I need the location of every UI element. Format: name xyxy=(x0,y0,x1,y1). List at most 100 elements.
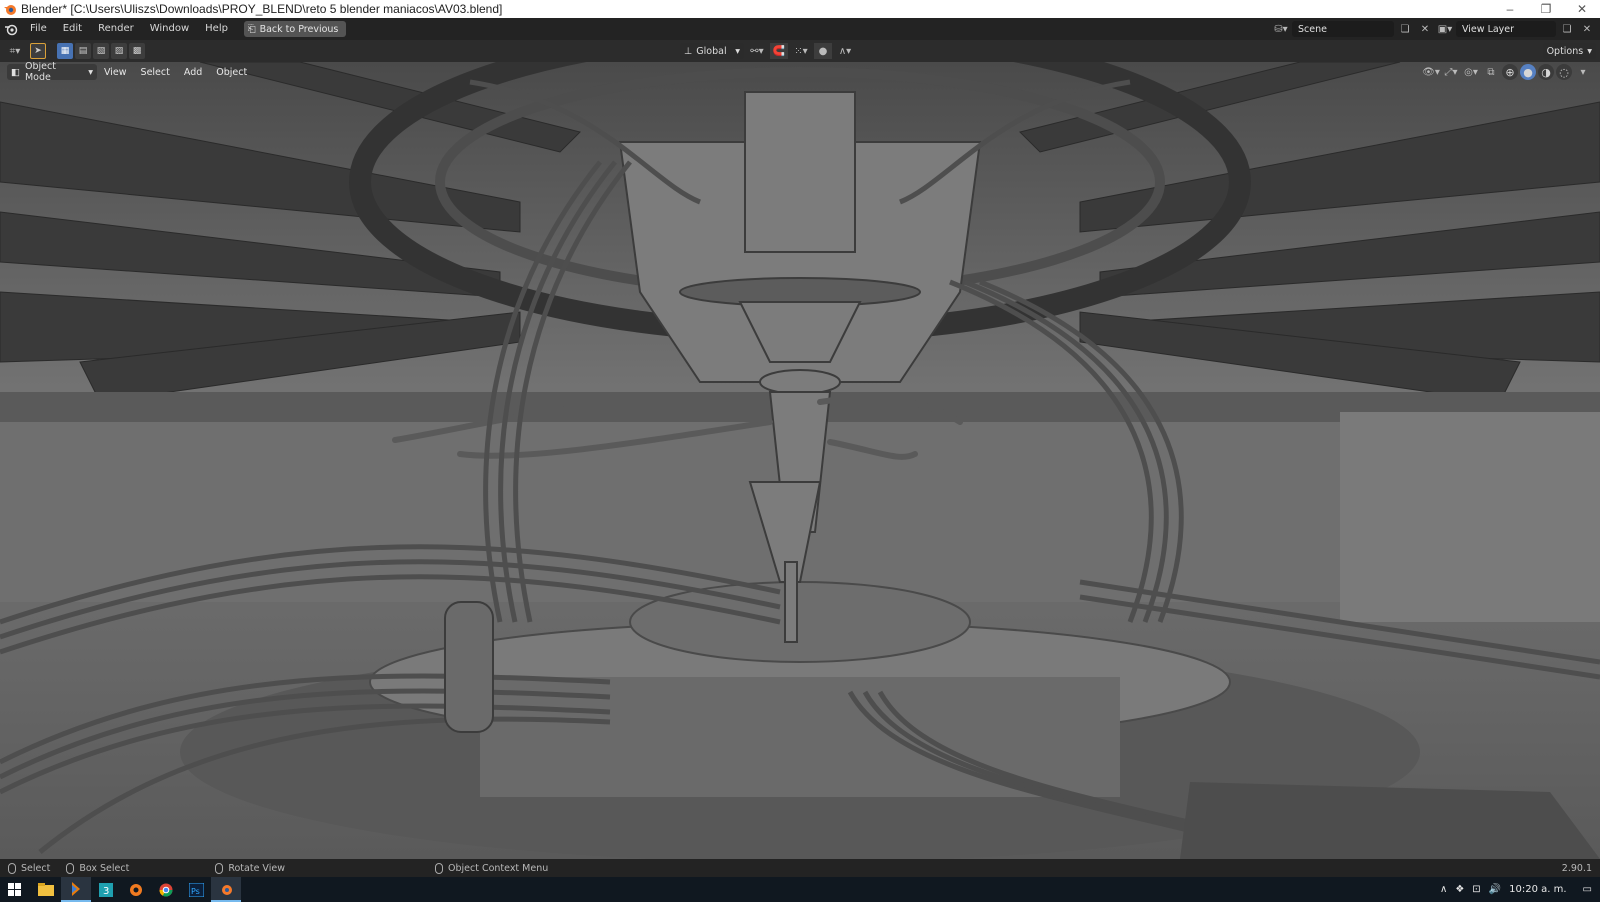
menu-render[interactable]: Render xyxy=(90,18,142,40)
settings-icon[interactable] xyxy=(121,877,151,902)
mouse-middle-icon xyxy=(215,862,224,874)
orientation-value: Global xyxy=(696,45,727,57)
menu-window[interactable]: Window xyxy=(142,18,197,40)
overlays-icon[interactable]: ◎▾ xyxy=(1462,64,1480,80)
back-arrow-icon: ⎗ xyxy=(247,23,256,35)
menu-file[interactable]: File xyxy=(22,18,55,40)
select-mode-intersect-icon[interactable]: ▩ xyxy=(129,43,145,59)
rendered-shading-icon[interactable]: ◌ xyxy=(1556,64,1572,80)
snap-toggle-icon[interactable]: 🧲 xyxy=(770,43,788,59)
viewport-menu-view[interactable]: View xyxy=(97,67,134,78)
mouse-left-icon xyxy=(8,862,16,874)
material-shading-icon[interactable]: ◑ xyxy=(1538,64,1554,80)
transform-controls: ⊥ Global ▾ ⚯▾ 🧲 ⁙▾ ● ∧▾ xyxy=(680,43,854,59)
blender-version: 2.90.1 xyxy=(1561,862,1592,874)
mouse-right-icon xyxy=(434,862,443,874)
object-mode-icon: ◧ xyxy=(11,66,20,78)
restore-button[interactable]: ❐ xyxy=(1528,0,1564,18)
blender-icon[interactable] xyxy=(211,877,241,902)
solid-shading-icon[interactable]: ● xyxy=(1520,64,1536,80)
notifications-icon[interactable]: ▭ xyxy=(1583,884,1592,895)
scene-selector-icon[interactable]: ⛁▾ xyxy=(1272,21,1290,37)
blender-launcher-icon[interactable] xyxy=(61,877,91,902)
editor-type-icon[interactable]: ⌗▾ xyxy=(6,43,24,59)
viewport-menu-object[interactable]: Object xyxy=(209,67,254,78)
back-to-previous-button[interactable]: ⎗ Back to Previous xyxy=(243,21,347,37)
close-button[interactable]: ✕ xyxy=(1564,0,1600,18)
new-view-layer-icon[interactable]: ❏ xyxy=(1558,21,1576,37)
status-select: Select xyxy=(8,862,51,874)
menu-edit[interactable]: Edit xyxy=(55,18,90,40)
select-mode-extend-icon[interactable]: ▤ xyxy=(75,43,91,59)
delete-scene-icon[interactable]: ✕ xyxy=(1416,21,1434,37)
tray-expand-icon[interactable]: ∧ xyxy=(1440,884,1447,895)
select-mode-new-icon[interactable]: ▦ xyxy=(57,43,73,59)
clock[interactable]: 10:20 a. m. xyxy=(1509,884,1566,895)
chevron-down-icon: ▾ xyxy=(735,45,740,57)
proportional-edit-icon[interactable]: ● xyxy=(814,43,832,59)
snap-target-icon[interactable]: ⁙▾ xyxy=(792,43,810,59)
viewport-menu-select[interactable]: Select xyxy=(134,67,177,78)
top-menu-bar: File Edit Render Window Help ⎗ Back to P… xyxy=(0,18,1600,40)
view-layer-value: View Layer xyxy=(1462,23,1515,35)
options-label: Options xyxy=(1546,45,1584,57)
viewport-header: ◧ Object Mode ▾ View Select Add Object 👁… xyxy=(0,62,1600,83)
proportional-falloff-icon[interactable]: ∧▾ xyxy=(836,43,854,59)
app-3-icon[interactable]: 3 xyxy=(91,877,121,902)
box-select-icon xyxy=(66,862,75,874)
dropbox-icon[interactable]: ❖ xyxy=(1455,884,1464,895)
wireframe-shading-icon[interactable]: ⊕ xyxy=(1502,64,1518,80)
scene-name-value: Scene xyxy=(1298,23,1327,35)
svg-text:3: 3 xyxy=(103,886,109,897)
status-rotate-view: Rotate View xyxy=(215,862,285,874)
status-box-select-label: Box Select xyxy=(79,862,130,874)
pivot-point-icon[interactable]: ⚯▾ xyxy=(748,43,766,59)
shading-options-icon[interactable]: ▾ xyxy=(1574,64,1592,80)
menu-help[interactable]: Help xyxy=(197,18,236,40)
gas-canister xyxy=(444,601,494,733)
blender-logo-icon xyxy=(4,5,16,15)
window-titlebar: Blender* [C:\Users\Uliszs\Downloads\PROY… xyxy=(0,0,1600,18)
status-select-label: Select xyxy=(21,862,51,874)
chevron-down-icon: ▾ xyxy=(88,66,93,78)
tool-settings-bar: ⌗▾ ➤ ▦ ▤ ▧ ▨ ▩ ⊥ Global ▾ ⚯▾ 🧲 ⁙▾ ● ∧▾ O… xyxy=(0,40,1600,62)
status-rotate-view-label: Rotate View xyxy=(228,862,285,874)
status-context-menu-label: Object Context Menu xyxy=(447,862,549,874)
viewport-shading-controls: 👁▾ ⤢▾ ◎▾ ⧉ ⊕ ● ◑ ◌ ▾ xyxy=(1422,64,1592,80)
status-context-menu: Object Context Menu xyxy=(434,862,549,874)
chrome-icon[interactable] xyxy=(151,877,181,902)
view-layer-selector-icon[interactable]: ▣▾ xyxy=(1436,21,1454,37)
system-tray: ∧ ❖ ⊡ 🔊 10:20 a. m. ▭ xyxy=(1440,884,1600,895)
transform-orientation-dropdown[interactable]: ⊥ Global ▾ xyxy=(680,43,744,59)
visibility-icon[interactable]: 👁▾ xyxy=(1422,64,1440,80)
start-icon[interactable] xyxy=(0,877,30,902)
file-explorer-icon[interactable] xyxy=(31,877,61,902)
minimize-button[interactable]: – xyxy=(1492,0,1528,18)
network-icon[interactable]: ⊡ xyxy=(1472,884,1480,895)
options-dropdown[interactable]: Options ▾ xyxy=(1542,43,1596,59)
object-mode-dropdown[interactable]: ◧ Object Mode ▾ xyxy=(7,62,97,83)
select-tool-icon[interactable]: ➤ xyxy=(30,43,46,59)
select-mode-subtract-icon[interactable]: ▧ xyxy=(93,43,109,59)
orientation-axis-icon: ⊥ xyxy=(684,45,693,57)
svg-text:Ps: Ps xyxy=(191,887,200,896)
viewport-menu-add[interactable]: Add xyxy=(177,67,209,78)
chevron-down-icon: ▾ xyxy=(1587,45,1592,57)
3d-viewport[interactable]: ◧ Object Mode ▾ View Select Add Object 👁… xyxy=(0,62,1600,859)
view-layer-field[interactable]: View Layer xyxy=(1456,21,1556,37)
status-box-select: Box Select xyxy=(66,862,130,874)
select-mode-invert-icon[interactable]: ▨ xyxy=(111,43,127,59)
viewport-render[interactable] xyxy=(0,62,1600,859)
status-bar: Select Box Select Rotate View Object Con… xyxy=(0,859,1600,877)
back-to-previous-label: Back to Previous xyxy=(259,23,339,35)
xray-icon[interactable]: ⧉ xyxy=(1482,64,1500,80)
photoshop-icon[interactable]: Ps xyxy=(181,877,211,902)
scene-controls: ⛁▾ Scene ❏ ✕ ▣▾ View Layer ❏ ✕ xyxy=(1272,21,1600,37)
scene-name-field[interactable]: Scene xyxy=(1292,21,1394,37)
gizmo-icon[interactable]: ⤢▾ xyxy=(1442,64,1460,80)
delete-view-layer-icon[interactable]: ✕ xyxy=(1578,21,1596,37)
volume-icon[interactable]: 🔊 xyxy=(1489,884,1501,895)
blender-menu-icon[interactable] xyxy=(0,18,22,40)
new-scene-icon[interactable]: ❏ xyxy=(1396,21,1414,37)
windows-taskbar: 3 Ps ∧ ❖ ⊡ 🔊 10:20 a. m. ▭ xyxy=(0,877,1600,902)
